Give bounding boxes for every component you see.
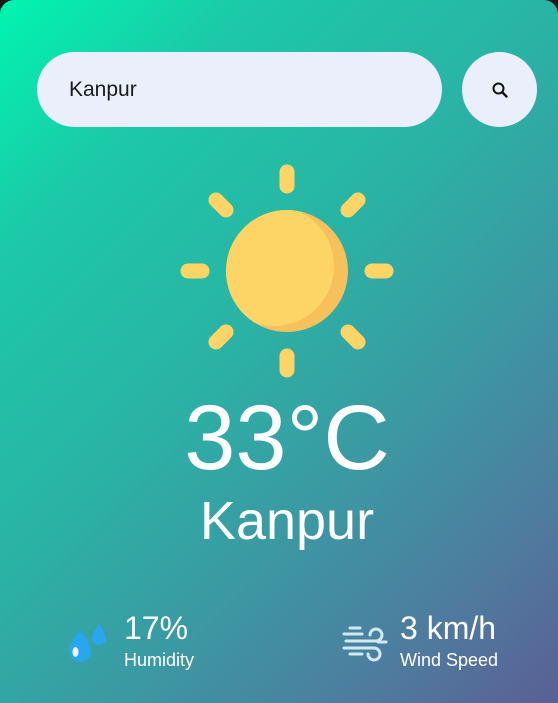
search-button[interactable]: [462, 52, 537, 127]
search-input[interactable]: [37, 52, 442, 127]
wind-icon: [342, 626, 388, 662]
wind-value: 3 km/h: [400, 610, 497, 646]
wind-label: Wind Speed: [400, 650, 499, 670]
weather-card: 33°C Kanpur 17% Humidity 3 km/h Wind Spe…: [0, 0, 558, 703]
humidity-value: 17%: [124, 610, 189, 646]
sun-icon: [180, 164, 394, 378]
temperature: 33°C: [184, 387, 390, 489]
search-bar: [37, 52, 537, 127]
humidity-label: Humidity: [124, 650, 195, 670]
search-icon: [492, 82, 508, 98]
humidity-icon: [69, 624, 106, 662]
city-name: Kanpur: [199, 491, 375, 551]
humidity-detail: 17% Humidity: [64, 610, 194, 672]
wind-detail: 3 km/h Wind Speed: [340, 610, 498, 672]
